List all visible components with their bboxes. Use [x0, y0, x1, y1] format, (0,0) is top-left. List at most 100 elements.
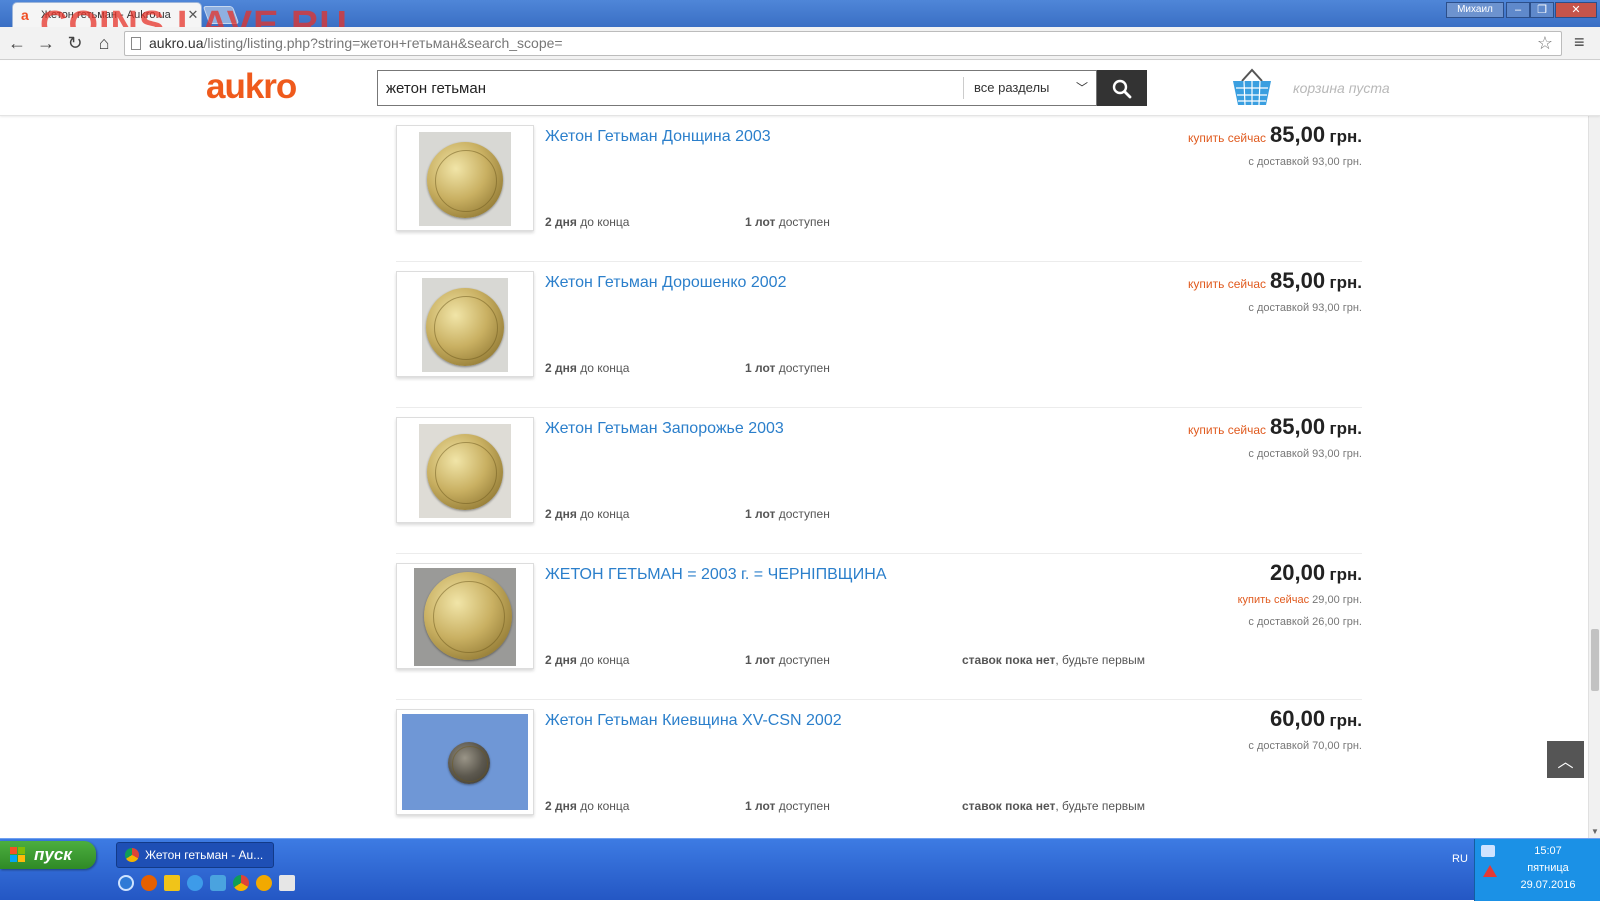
address-bar[interactable]: aukro.ua/listing/listing.php?string=жето…	[124, 31, 1562, 56]
clock-weekday: пятница	[1527, 862, 1569, 874]
start-button[interactable]: пуск	[0, 841, 96, 869]
clock[interactable]: 15:07 пятница 29.07.2016	[1496, 843, 1600, 894]
site-header: aukro все разделы ﹀ корзина пуста	[0, 61, 1600, 116]
item-currency: грн.	[1329, 419, 1362, 438]
paint-icon[interactable]	[279, 875, 295, 891]
back-to-top-button[interactable]: ︿	[1547, 741, 1584, 778]
new-tab-button[interactable]	[202, 6, 240, 24]
item-currency: грн.	[1329, 127, 1362, 146]
item-currency: грн.	[1329, 711, 1362, 730]
item-title-link[interactable]: Жетон Гетьман Дорошенко 2002	[545, 274, 786, 292]
time-left-label: до конца	[580, 653, 630, 667]
windows-logo-icon	[10, 847, 25, 862]
bids-status: ставок пока нет, будьте первым	[962, 653, 1145, 667]
back-arrow-icon[interactable]: ←	[6, 32, 28, 54]
time-left-value: 2 дня	[545, 361, 577, 375]
item-title-link[interactable]: ЖЕТОН ГЕТЬМАН = 2003 г. = ЧЕРНІПВЩИНА	[545, 566, 887, 584]
item-price: 85,00	[1270, 268, 1326, 293]
lots-label: доступен	[778, 799, 830, 813]
search-input[interactable]	[378, 71, 963, 105]
buy-now-line: купить сейчас 29,00 грн.	[962, 594, 1362, 606]
search-icon	[1112, 79, 1132, 99]
item-price: 60,00	[1270, 706, 1326, 731]
coin-image	[427, 434, 503, 510]
browser-titlebar: a Жетон гетьман - Aukro.ua ✕ Михаил – ❐ …	[0, 0, 1600, 27]
url-path: /listing/listing.php?string=жетон+гетьма…	[203, 35, 563, 51]
chevron-up-icon: ︿	[1557, 754, 1574, 771]
warning-icon[interactable]	[1483, 865, 1497, 877]
aukro-logo[interactable]: aukro	[206, 67, 297, 107]
language-indicator[interactable]: RU	[1452, 853, 1468, 865]
ccleaner-icon[interactable]	[118, 875, 134, 891]
coin-photo	[419, 424, 511, 518]
price-block: купить сейчас 85,00 грн. с доставкой 93,0…	[962, 266, 1362, 314]
coin-image	[448, 742, 490, 784]
profile-button[interactable]: Михаил	[1446, 2, 1504, 18]
buy-now-label[interactable]: купить сейчас	[1188, 423, 1266, 437]
buy-now-label[interactable]: купить сейчас	[1238, 594, 1309, 606]
lightning-app-icon[interactable]	[164, 875, 180, 891]
basket-icon[interactable]	[1230, 67, 1274, 107]
taskbar-chrome-window[interactable]: Жетон гетьман - Au...	[116, 842, 274, 868]
network-icon[interactable]	[1481, 845, 1495, 857]
search-box: все разделы ﹀	[377, 70, 1097, 106]
restore-icon[interactable]: ❐	[1530, 2, 1554, 18]
firefox-icon[interactable]	[141, 875, 157, 891]
basket-status[interactable]: корзина пуста	[1293, 80, 1390, 96]
price-block: купить сейчас 85,00 грн. с доставкой 93,0…	[962, 120, 1362, 168]
clock-date: 29.07.2016	[1520, 879, 1576, 891]
chrome-quicklaunch-icon[interactable]	[233, 875, 249, 891]
item-title-link[interactable]: Жетон Гетьман Донщина 2003	[545, 128, 771, 146]
lots-available: 1 лот доступен	[745, 507, 830, 521]
item-title-link[interactable]: Жетон Гетьман Запорожье 2003	[545, 420, 784, 438]
buy-now-label[interactable]: купить сейчас	[1188, 277, 1266, 291]
time-left-value: 2 дня	[545, 653, 577, 667]
lots-value: 1 лот	[745, 507, 776, 521]
coin-photo	[419, 132, 511, 226]
item-thumbnail[interactable]	[396, 271, 534, 377]
item-title-link[interactable]: Жетон Гетьман Киевщина XV-CSN 2002	[545, 712, 842, 730]
forward-arrow-icon[interactable]: →	[35, 32, 57, 54]
coin-image	[427, 142, 503, 218]
time-left: 2 дня до конца	[545, 361, 629, 375]
lots-value: 1 лот	[745, 653, 776, 667]
coin-photo	[402, 714, 528, 810]
home-icon[interactable]: ⌂	[93, 32, 115, 54]
tab-close-icon[interactable]: ✕	[185, 7, 201, 23]
mail-agent-icon[interactable]	[256, 875, 272, 891]
scope-select[interactable]: все разделы ﹀	[963, 77, 1098, 99]
search-button[interactable]	[1097, 70, 1147, 106]
time-left-value: 2 дня	[545, 799, 577, 813]
tab-title: Жетон гетьман - Aukro.ua	[41, 9, 171, 21]
lots-label: доступен	[778, 361, 830, 375]
scroll-thumb[interactable]	[1591, 629, 1599, 691]
lots-value: 1 лот	[745, 799, 776, 813]
item-thumbnail[interactable]	[396, 563, 534, 669]
lots-available: 1 лот доступен	[745, 215, 830, 229]
bids-value: ставок пока нет	[962, 653, 1056, 667]
browser-toolbar: ← → ↻ ⌂ aukro.ua/listing/listing.php?str…	[0, 27, 1600, 60]
item-thumbnail[interactable]	[396, 417, 534, 523]
ie-alt-icon[interactable]	[210, 875, 226, 891]
lots-available: 1 лот доступен	[745, 653, 830, 667]
coin-photo	[422, 278, 508, 372]
internet-explorer-icon[interactable]	[187, 875, 203, 891]
buy-now-label[interactable]: купить сейчас	[1188, 131, 1266, 145]
chrome-icon	[125, 848, 139, 862]
page-scrollbar[interactable]: ▲ ▼	[1588, 61, 1600, 838]
time-left-label: до конца	[580, 215, 630, 229]
chevron-down-icon: ﹀	[1075, 81, 1088, 95]
reload-icon[interactable]: ↻	[64, 32, 86, 54]
chrome-menu-icon[interactable]: ≡	[1574, 32, 1592, 53]
search-results: Жетон Гетьман Донщина 2003 2 дня до конц…	[0, 116, 1588, 838]
item-thumbnail[interactable]	[396, 709, 534, 815]
time-left: 2 дня до конца	[545, 507, 629, 521]
price-block: 60,00 грн. с доставкой 70,00 грн.	[962, 704, 1362, 752]
minimize-icon[interactable]: –	[1506, 2, 1530, 18]
scroll-down-icon[interactable]: ▼	[1589, 826, 1600, 838]
browser-tab[interactable]: a Жетон гетьман - Aukro.ua ✕	[12, 2, 202, 27]
os-taskbar: пуск Жетон гетьман - Au... RU 15:07 пятн…	[0, 838, 1600, 901]
bookmark-star-icon[interactable]: ☆	[1537, 32, 1553, 55]
window-close-icon[interactable]: ✕	[1555, 2, 1597, 18]
item-thumbnail[interactable]	[396, 125, 534, 231]
